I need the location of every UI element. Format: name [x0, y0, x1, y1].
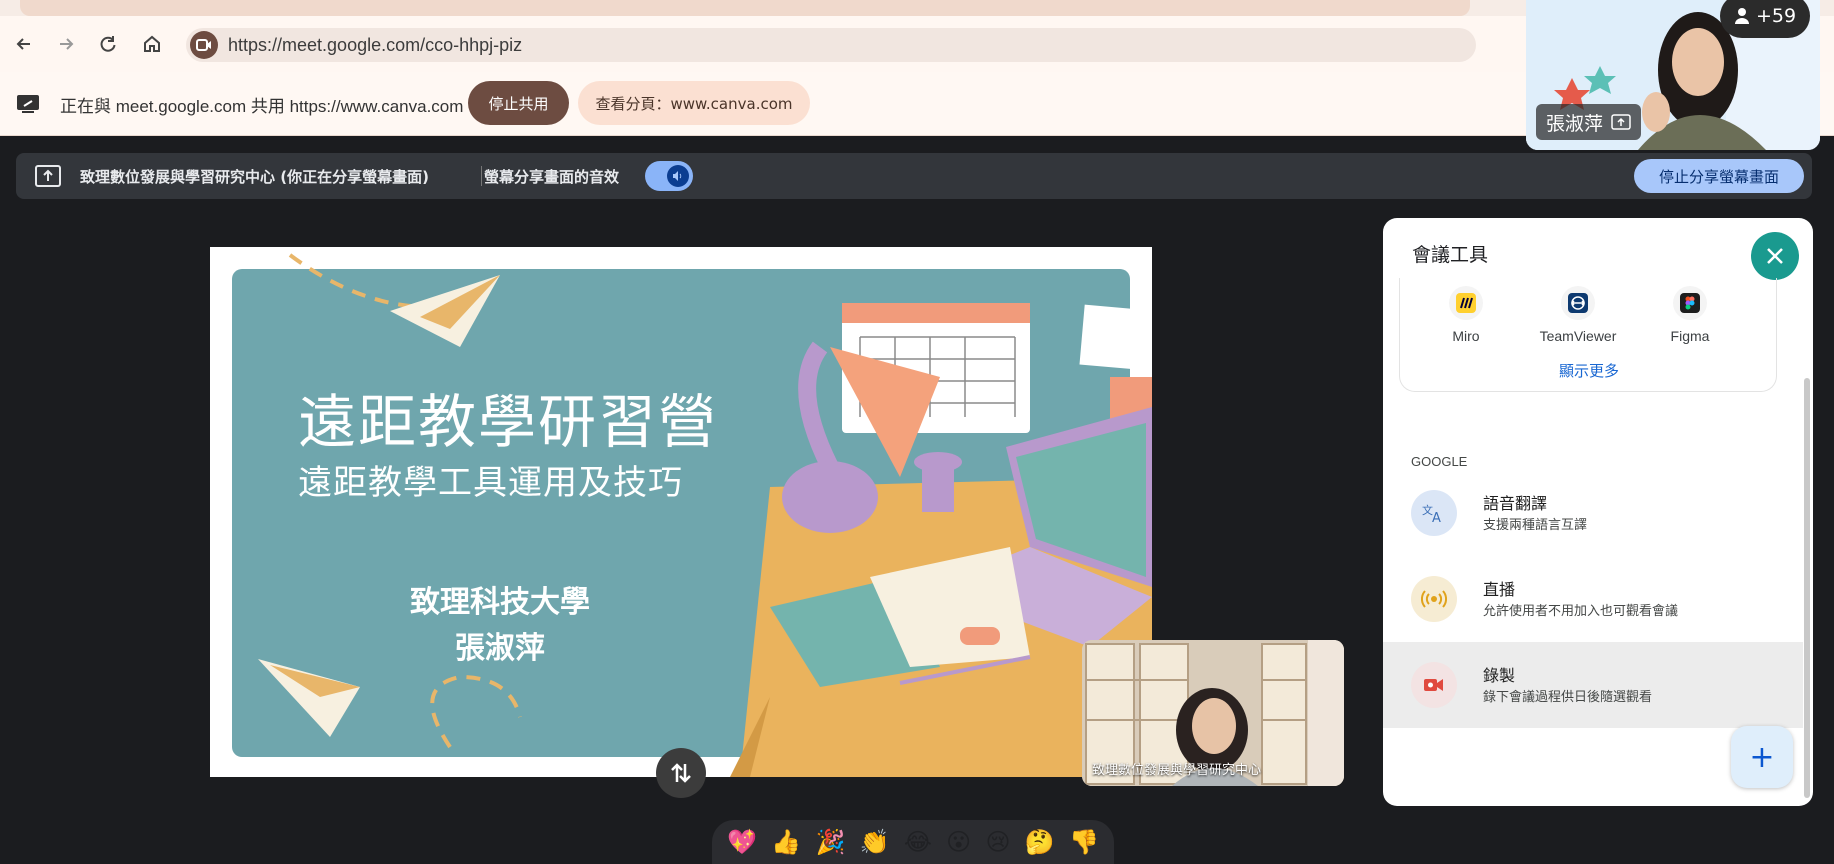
- reaction-laugh[interactable]: 😂: [904, 830, 932, 854]
- stop-sharing-button[interactable]: 停止共用: [468, 81, 569, 125]
- presenting-title: 致理數位發展與學習研究中心 (你正在分享螢幕畫面): [80, 168, 429, 186]
- slide-title: 遠距教學研習營: [298, 388, 719, 456]
- tool-title: 錄製: [1483, 666, 1516, 685]
- forward-button[interactable]: [52, 30, 80, 58]
- app-figma[interactable]: Figma: [1644, 280, 1736, 350]
- url-text: https://meet.google.com/cco-hhpj-piz: [228, 35, 523, 55]
- shared-slide: 遠距教學研習營 遠距教學工具運用及技巧 致理科技大學 張淑萍: [210, 247, 1152, 777]
- reaction-sad[interactable]: 😢: [985, 830, 1010, 854]
- reload-button[interactable]: [94, 30, 122, 58]
- app-miro[interactable]: Miro: [1420, 280, 1512, 350]
- close-icon: [1767, 248, 1783, 264]
- presenter-tile[interactable]: 張淑萍 +59: [1526, 0, 1820, 150]
- self-view-label: 致理數位發展與學習研究中心: [1092, 763, 1262, 778]
- reaction-thinking[interactable]: 🤔: [1025, 830, 1055, 854]
- presenter-name-badge: 張淑萍: [1536, 104, 1642, 140]
- reload-icon: [100, 36, 116, 52]
- home-button[interactable]: [138, 30, 166, 58]
- tool-title: 語音翻譯: [1483, 494, 1548, 513]
- show-more-link[interactable]: 顯示更多: [1400, 360, 1778, 381]
- close-panel-button[interactable]: [1751, 232, 1799, 280]
- panel-title: 會議工具: [1412, 244, 1489, 266]
- view-tab-button[interactable]: 查看分頁：www.canva.com: [578, 81, 810, 125]
- figma-icon: [1673, 286, 1707, 320]
- browser-tab[interactable]: [20, 0, 1470, 16]
- presenter-name: 張淑萍: [1546, 112, 1604, 135]
- tool-title: 直播: [1483, 580, 1516, 599]
- tool-description: 支援兩種語言互譯: [1483, 518, 1588, 533]
- presenting-bar: 致理數位發展與學習研究中心 (你正在分享螢幕畫面) 螢幕分享畫面的音效 停止分享…: [16, 153, 1812, 199]
- participant-count: +59: [1755, 5, 1797, 27]
- add-ons-card: Miro TeamViewer Figma 顯示更多: [1399, 278, 1777, 392]
- reaction-heart[interactable]: 💖: [727, 830, 757, 854]
- translate-icon: 文A: [1411, 490, 1457, 536]
- tool-description: 錄下會議過程供日後隨選觀看: [1483, 690, 1653, 705]
- miro-icon: [1449, 286, 1483, 320]
- add-tool-button[interactable]: +: [1731, 726, 1793, 788]
- stop-presenting-button[interactable]: 停止分享螢幕畫面: [1634, 159, 1804, 193]
- section-label-google: GOOGLE: [1411, 454, 1468, 469]
- self-view-tile[interactable]: 致理數位發展與學習研究中心: [1082, 640, 1344, 786]
- slide-organization: 致理科技大學: [410, 585, 590, 620]
- share-audio-label: 螢幕分享畫面的音效: [484, 168, 620, 186]
- slide-presenter-name: 張淑萍: [455, 631, 545, 666]
- meeting-tools-panel: 會議工具 Miro TeamViewer Figma 顯示更多 GOOGLE 文…: [1383, 218, 1813, 806]
- tool-recording[interactable]: 錄製 錄下會議過程供日後隨選觀看: [1383, 642, 1803, 728]
- reaction-surprised[interactable]: 😮: [946, 830, 971, 854]
- record-icon: [1411, 662, 1457, 708]
- speaker-icon: [667, 165, 689, 187]
- presenting-icon: [1611, 114, 1631, 130]
- slide-subtitle: 遠距教學工具運用及技巧: [298, 463, 683, 503]
- reactions-bar: 💖 👍 🎉 👏 😂 😮 😢 🤔 👎: [712, 820, 1114, 864]
- tool-speech-translation[interactable]: 文A 語音翻譯 支援兩種語言互譯: [1383, 470, 1803, 556]
- broadcast-icon: [1411, 576, 1457, 622]
- person-icon: [1734, 8, 1749, 24]
- desk-illustration: [258, 253, 1152, 777]
- sharing-message: 正在與 meet.google.com 共用 https://www.canva…: [60, 97, 464, 116]
- back-arrow-icon: [16, 38, 30, 50]
- tool-description: 允許使用者不用加入也可觀看會議: [1483, 604, 1679, 619]
- address-bar[interactable]: https://meet.google.com/cco-hhpj-piz: [186, 28, 1476, 62]
- reaction-thumbs-down[interactable]: 👎: [1069, 830, 1099, 854]
- reaction-thumbs-up[interactable]: 👍: [771, 830, 801, 854]
- reaction-clap[interactable]: 👏: [860, 830, 890, 854]
- present-screen-icon: [35, 165, 61, 187]
- app-label: Miro: [1452, 328, 1480, 344]
- forward-arrow-icon: [60, 38, 74, 50]
- divider: [481, 166, 482, 186]
- teamviewer-icon: [1561, 286, 1595, 320]
- svg-text:A: A: [1432, 511, 1441, 524]
- share-audio-toggle[interactable]: [645, 161, 693, 191]
- meet-camera-icon[interactable]: [190, 31, 218, 59]
- participant-count-button[interactable]: +59: [1720, 0, 1810, 38]
- reaction-party[interactable]: 🎉: [815, 830, 845, 854]
- app-label: TeamViewer: [1539, 328, 1617, 344]
- home-icon: [144, 35, 160, 52]
- app-teamviewer[interactable]: TeamViewer: [1532, 280, 1624, 350]
- app-label: Figma: [1670, 328, 1710, 344]
- swap-arrows-icon: [671, 763, 691, 783]
- swap-layout-button[interactable]: [656, 748, 706, 798]
- panel-scrollbar[interactable]: [1804, 378, 1810, 798]
- screen-share-icon: [17, 95, 39, 113]
- tool-live-streaming[interactable]: 直播 允許使用者不用加入也可觀看會議: [1383, 556, 1803, 642]
- back-button[interactable]: [10, 30, 38, 58]
